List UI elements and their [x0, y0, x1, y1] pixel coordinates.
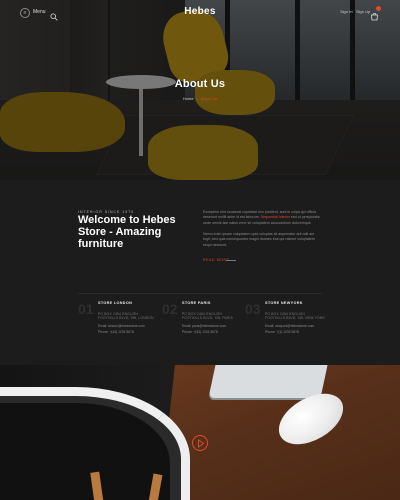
store-number: 03	[245, 301, 261, 317]
store-newyork: 03 STORE NEWYORK PO BOX 2454 ENGLISH FOO…	[245, 301, 325, 341]
nav-divider: /	[352, 9, 354, 14]
stores-divider	[78, 293, 322, 294]
breadcrumb-home[interactable]: Home	[183, 96, 194, 101]
video-banner	[0, 365, 400, 500]
about-headline: Welcome to Hebes Store - Amazing furnitu…	[78, 214, 176, 250]
store-email[interactable]: Email: london@hebesstore.com	[98, 324, 145, 328]
hero-banner: ≡ Menu Hebes Sign In / Sign Up About Us …	[0, 0, 400, 180]
about-paragraph-2: Nemo enim ipsam voluptatem quia voluptas…	[203, 232, 315, 247]
sign-in-link[interactable]: Sign In	[340, 9, 352, 14]
store-london: 01 STORE LONDON PO BOX 2454 ENGLISH FOOT…	[78, 301, 158, 341]
highlight-link[interactable]: Sequential Interior	[261, 215, 290, 219]
play-icon	[198, 439, 205, 448]
store-email[interactable]: Email: paris@hebesstore.com	[182, 324, 226, 328]
hero-overlay	[0, 0, 400, 180]
read-more-line	[226, 260, 236, 261]
store-paris: 02 STORE PARIS PO BOX 2454 ENGLISH FOOTH…	[162, 301, 242, 341]
about-paragraph-1: Excepteur sint occaecat cupidatat non pr…	[203, 210, 320, 225]
store-number: 01	[78, 301, 94, 317]
breadcrumb: Home › About Us	[0, 96, 400, 101]
store-email[interactable]: Email: newyork@hebesstore.com	[265, 324, 314, 328]
breadcrumb-current: About Us	[200, 96, 218, 101]
laptop	[208, 365, 328, 398]
store-address: PO BOX 2454 ENGLISH FOOTHILLS BLVD, SW, …	[98, 312, 154, 321]
sign-up-link[interactable]: Sign Up	[356, 9, 370, 14]
top-nav: ≡ Menu Hebes Sign In / Sign Up	[0, 0, 400, 26]
page-title: About Us	[174, 78, 226, 90]
store-phone: Phone: +(44) 1234 5678	[98, 330, 134, 334]
store-phone: Phone: +(1) 1234 5678	[265, 330, 299, 334]
breadcrumb-separator: ›	[196, 96, 198, 101]
store-address: PO BOX 2454 ENGLISH FOOTHILLS BLVD, SW, …	[182, 312, 234, 321]
store-number: 02	[162, 301, 178, 317]
cart-count-badge	[376, 6, 381, 11]
store-phone: Phone: +(33) 1234 5678	[182, 330, 218, 334]
store-name: STORE NEWYORK	[265, 301, 303, 305]
about-section: Interior Since 1970 Welcome to Hebes Sto…	[0, 180, 400, 365]
store-address: PO BOX 2454 ENGLISH FOOTHILLS BLVD, SW, …	[265, 312, 325, 321]
store-name: STORE LONDON	[98, 301, 133, 305]
store-name: STORE PARIS	[182, 301, 211, 305]
play-button[interactable]	[192, 435, 208, 451]
